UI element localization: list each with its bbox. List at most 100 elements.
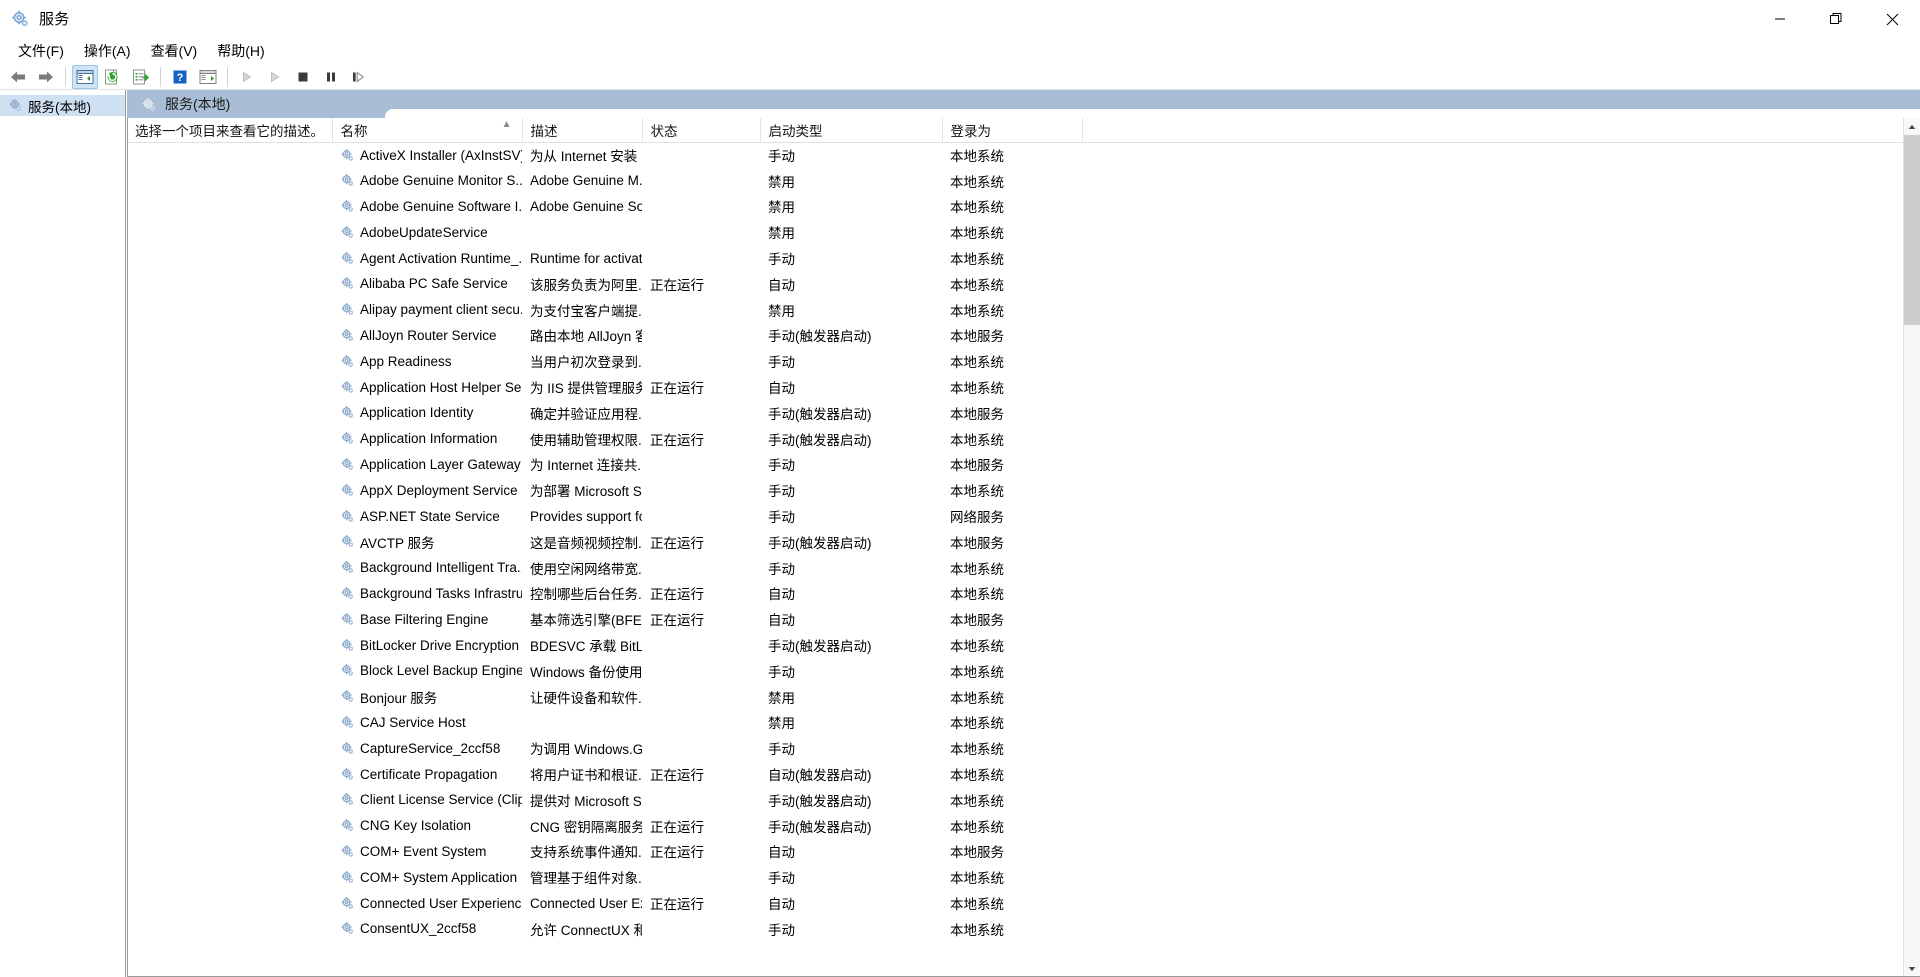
cell-service-status[interactable]: 正在运行 bbox=[642, 374, 760, 400]
cell-service-log-on-as[interactable]: 本地系统 bbox=[942, 581, 1082, 607]
cell-service-log-on-as[interactable]: 本地服务 bbox=[942, 529, 1082, 555]
cell-service-startup-type[interactable]: 禁用 bbox=[760, 297, 942, 323]
show-hide-console-tree-button[interactable] bbox=[72, 64, 98, 89]
properties-window-button[interactable] bbox=[195, 65, 221, 89]
cell-service-name[interactable]: Alibaba PC Safe Service bbox=[332, 271, 522, 297]
cell-service-name[interactable]: Alipay payment client secu... bbox=[332, 297, 522, 323]
cell-service-name[interactable]: Block Level Backup Engine ... bbox=[332, 658, 522, 684]
cell-service-status[interactable] bbox=[642, 297, 760, 323]
menu-action[interactable]: 操作(A) bbox=[74, 38, 141, 64]
cell-service-name[interactable]: Background Intelligent Tra... bbox=[332, 555, 522, 581]
cell-service-status[interactable]: 正在运行 bbox=[642, 761, 760, 787]
cell-service-status[interactable] bbox=[642, 658, 760, 684]
menu-help[interactable]: 帮助(H) bbox=[207, 38, 274, 64]
cell-service-description[interactable]: 为从 Internet 安装 ... bbox=[522, 142, 642, 168]
cell-service-log-on-as[interactable]: 本地系统 bbox=[942, 194, 1082, 220]
cell-service-startup-type[interactable]: 自动 bbox=[760, 581, 942, 607]
table-row[interactable]: ConsentUX_2ccf58 允许 ConnectUX 和... 手动 本地系统 bbox=[127, 916, 1903, 942]
cell-service-description[interactable]: Runtime for activati... bbox=[522, 245, 642, 271]
cell-service-startup-type[interactable]: 自动 bbox=[760, 839, 942, 865]
cell-service-name[interactable]: Application Identity bbox=[332, 400, 522, 426]
cell-service-description[interactable]: CNG 密钥隔离服务... bbox=[522, 813, 642, 839]
close-button[interactable] bbox=[1864, 0, 1920, 38]
cell-service-status[interactable]: 正在运行 bbox=[642, 426, 760, 452]
back-button[interactable] bbox=[5, 65, 31, 89]
table-row[interactable]: Agent Activation Runtime_... Runtime for … bbox=[127, 245, 1903, 271]
cell-service-log-on-as[interactable]: 本地系统 bbox=[942, 735, 1082, 761]
cell-service-startup-type[interactable]: 手动 bbox=[760, 658, 942, 684]
column-header-description[interactable]: 描述 bbox=[522, 118, 643, 143]
column-header-name[interactable]: 名称 ▲ bbox=[332, 118, 523, 143]
restart-service-button[interactable] bbox=[262, 65, 288, 89]
cell-service-name[interactable]: Adobe Genuine Monitor S... bbox=[332, 168, 522, 194]
cell-service-startup-type[interactable]: 手动(触发器启动) bbox=[760, 323, 942, 349]
cell-service-name[interactable]: Application Host Helper Se... bbox=[332, 374, 522, 400]
cell-service-status[interactable] bbox=[642, 503, 760, 529]
cell-service-name[interactable]: COM+ System Application bbox=[332, 864, 522, 890]
forward-button[interactable] bbox=[33, 65, 59, 89]
cell-service-log-on-as[interactable]: 本地服务 bbox=[942, 839, 1082, 865]
table-row[interactable]: App Readiness 当用户初次登录到... 手动 本地系统 bbox=[127, 348, 1903, 374]
cell-service-status[interactable] bbox=[642, 787, 760, 813]
cell-service-startup-type[interactable]: 手动(触发器启动) bbox=[760, 813, 942, 839]
cell-service-log-on-as[interactable]: 本地系统 bbox=[942, 245, 1082, 271]
cell-service-startup-type[interactable]: 手动 bbox=[760, 864, 942, 890]
cell-service-name[interactable]: Agent Activation Runtime_... bbox=[332, 245, 522, 271]
table-row[interactable]: CaptureService_2ccf58 为调用 Windows.Gr... 手动… bbox=[127, 735, 1903, 761]
cell-service-name[interactable]: Application Information bbox=[332, 426, 522, 452]
cell-service-startup-type[interactable]: 禁用 bbox=[760, 194, 942, 220]
cell-service-log-on-as[interactable]: 本地系统 bbox=[942, 761, 1082, 787]
cell-service-startup-type[interactable]: 自动 bbox=[760, 606, 942, 632]
cell-service-startup-type[interactable]: 手动 bbox=[760, 555, 942, 581]
cell-service-startup-type[interactable]: 禁用 bbox=[760, 710, 942, 736]
cell-service-status[interactable] bbox=[642, 245, 760, 271]
cell-service-status[interactable] bbox=[642, 477, 760, 503]
cell-service-log-on-as[interactable]: 本地系统 bbox=[942, 271, 1082, 297]
cell-service-startup-type[interactable]: 禁用 bbox=[760, 684, 942, 710]
cell-service-startup-type[interactable]: 手动 bbox=[760, 348, 942, 374]
column-header-log-on-as[interactable]: 登录为 bbox=[942, 118, 1083, 143]
export-list-button[interactable] bbox=[128, 65, 154, 89]
cell-service-status[interactable] bbox=[642, 142, 760, 168]
cell-service-status[interactable] bbox=[642, 710, 760, 736]
table-row[interactable]: Background Tasks Infrastru... 控制哪些后台任务...… bbox=[127, 581, 1903, 607]
cell-service-log-on-as[interactable]: 本地系统 bbox=[942, 477, 1082, 503]
cell-service-log-on-as[interactable]: 本地服务 bbox=[942, 323, 1082, 349]
table-row[interactable]: BitLocker Drive Encryption ... BDESVC 承载 … bbox=[127, 632, 1903, 658]
cell-service-name[interactable]: Certificate Propagation bbox=[332, 761, 522, 787]
table-row[interactable]: Application Information 使用辅助管理权限... 正在运行 手动… bbox=[127, 426, 1903, 452]
cell-service-startup-type[interactable]: 手动(触发器启动) bbox=[760, 426, 942, 452]
cell-service-status[interactable] bbox=[642, 555, 760, 581]
cell-service-name[interactable]: Adobe Genuine Software I... bbox=[332, 194, 522, 220]
cell-service-status[interactable] bbox=[642, 916, 760, 942]
menu-file[interactable]: 文件(F) bbox=[8, 38, 74, 64]
cell-service-log-on-as[interactable]: 本地系统 bbox=[942, 297, 1082, 323]
cell-service-description[interactable]: Provides support fo... bbox=[522, 503, 642, 529]
cell-service-name[interactable]: Connected User Experienc... bbox=[332, 890, 522, 916]
cell-service-startup-type[interactable]: 手动 bbox=[760, 245, 942, 271]
pause-service-button[interactable] bbox=[318, 65, 344, 89]
cell-service-description[interactable]: 将用户证书和根证... bbox=[522, 761, 642, 787]
cell-service-status[interactable] bbox=[642, 219, 760, 245]
table-row[interactable]: AppX Deployment Service ... 为部署 Microsoft… bbox=[127, 477, 1903, 503]
table-row[interactable]: COM+ Event System 支持系统事件通知... 正在运行 自动 本地服务 bbox=[127, 839, 1903, 865]
cell-service-description[interactable]: 控制哪些后台任务... bbox=[522, 581, 642, 607]
table-row[interactable]: Client License Service (Clip... 提供对 Micro… bbox=[127, 787, 1903, 813]
cell-service-startup-type[interactable]: 手动(触发器启动) bbox=[760, 529, 942, 555]
table-row[interactable]: Connected User Experienc... Connected Use… bbox=[127, 890, 1903, 916]
table-row[interactable]: Application Identity 确定并验证应用程... 手动(触发器启动)… bbox=[127, 400, 1903, 426]
cell-service-log-on-as[interactable]: 本地系统 bbox=[942, 632, 1082, 658]
cell-service-log-on-as[interactable]: 本地系统 bbox=[942, 710, 1082, 736]
table-row[interactable]: ActiveX Installer (AxInstSV) 为从 Internet … bbox=[127, 142, 1903, 168]
cell-service-log-on-as[interactable]: 本地系统 bbox=[942, 916, 1082, 942]
cell-service-status[interactable]: 正在运行 bbox=[642, 813, 760, 839]
cell-service-startup-type[interactable]: 自动 bbox=[760, 890, 942, 916]
cell-service-description[interactable]: 管理基于组件对象... bbox=[522, 864, 642, 890]
tree-item-services-local[interactable]: 服务(本地) bbox=[0, 95, 125, 116]
table-row[interactable]: Application Layer Gateway ... 为 Internet … bbox=[127, 452, 1903, 478]
maximize-button[interactable] bbox=[1808, 0, 1864, 38]
cell-service-name[interactable]: Application Layer Gateway ... bbox=[332, 452, 522, 478]
scrollbar-thumb[interactable] bbox=[1904, 135, 1920, 325]
cell-service-name[interactable]: CAJ Service Host bbox=[332, 710, 522, 736]
cell-service-description[interactable]: 基本筛选引擎(BFE)... bbox=[522, 606, 642, 632]
